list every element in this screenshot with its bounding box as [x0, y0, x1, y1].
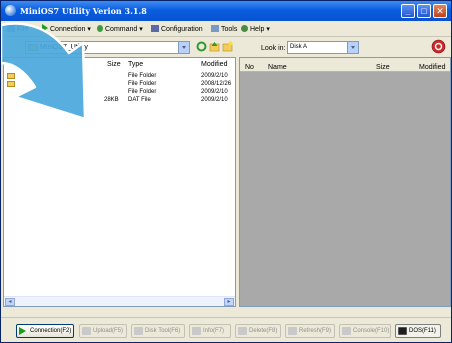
disk-tool-button[interactable]: Disk Tool(F6) [131, 324, 185, 338]
table-row[interactable]: ... 28KB DAT File 2009/2/10 [4, 96, 235, 104]
disk-tool-icon [134, 327, 143, 335]
menu-configuration[interactable]: Configuration [151, 24, 203, 35]
connection-icon [19, 327, 26, 335]
help-icon [241, 25, 248, 32]
upload-icon [82, 327, 91, 335]
upload-button[interactable]: Upload(F5) [79, 324, 127, 338]
look-in-combo[interactable]: Disk A [287, 41, 359, 54]
console-icon [342, 327, 351, 335]
device-list-header: No Name Size Modified [240, 58, 450, 72]
device-file-list[interactable]: No Name Size Modified [239, 57, 451, 307]
app-icon [5, 5, 16, 16]
column-header-modified[interactable]: Modified [201, 61, 227, 68]
table-row[interactable]: File Folder 2008/12/26 [4, 80, 235, 88]
window-title: MiniOS7 Utility Verion 3.1.8 [20, 6, 147, 16]
minimize-button[interactable]: _ [401, 4, 415, 18]
local-path-value: MiniOS7_Utility [40, 44, 88, 51]
scroll-right-button[interactable]: ▸ [224, 298, 234, 306]
table-row[interactable]: File Folder 2009/2/10 [4, 72, 235, 80]
menu-file[interactable]: File [7, 24, 28, 35]
scroll-left-button[interactable]: ◂ [5, 298, 15, 306]
column-header-type[interactable]: Type [128, 61, 143, 68]
dos-icon [398, 327, 407, 335]
connection-arrow-icon [42, 24, 48, 32]
horizontal-scrollbar[interactable]: ◂ ▸ [4, 296, 235, 306]
function-key-bar: Connection(F2) Upload(F5) Disk Tool(F6) … [1, 317, 451, 342]
folder-icon [28, 44, 38, 51]
close-button[interactable]: ✕ [433, 4, 447, 18]
connection-button[interactable]: Connection(F2) [16, 324, 74, 338]
chevron-down-icon[interactable] [178, 42, 189, 53]
title-bar: MiniOS7 Utility Verion 3.1.8 _ □ ✕ [1, 1, 451, 21]
up-folder-icon[interactable] [209, 41, 220, 52]
table-row[interactable]: File Folder 2009/2/10 [4, 88, 235, 96]
menu-help[interactable]: Help ▾ [241, 24, 270, 35]
device-refresh-icon[interactable] [431, 39, 446, 54]
column-header-size[interactable]: Size [376, 64, 390, 71]
menu-bar: File Connection ▾ Command ▾ Configuratio… [1, 21, 451, 37]
look-in-value: Disk A [290, 44, 308, 50]
menu-tools[interactable]: Tools [211, 24, 237, 35]
folder-icon [7, 81, 15, 87]
column-header-no[interactable]: No [245, 64, 254, 71]
local-file-list[interactable]: Size Type Modified File Folder 2009/2/10… [3, 57, 236, 307]
delete-icon [238, 327, 247, 335]
column-header-modified[interactable]: Modified [419, 64, 445, 71]
delete-button[interactable]: Delete(F8) [235, 324, 281, 338]
refresh-icon [288, 327, 297, 335]
menu-command[interactable]: Command ▾ [97, 24, 143, 35]
app-window: MiniOS7 Utility Verion 3.1.8 _ □ ✕ File … [0, 0, 452, 343]
local-toolbar: MiniOS7_Utility [1, 38, 237, 56]
device-toolbar: Look in: Disk A [239, 38, 451, 56]
column-header-size[interactable]: Size [107, 61, 121, 68]
info-button[interactable]: Info(F7) [189, 324, 231, 338]
menu-connection[interactable]: Connection ▾ [42, 24, 91, 35]
refresh-button[interactable]: Refresh(F9) [285, 324, 335, 338]
tools-icon [211, 25, 219, 32]
configuration-icon [151, 25, 159, 32]
column-header-name[interactable]: Name [268, 64, 287, 71]
chevron-down-icon[interactable] [347, 42, 358, 53]
dos-button[interactable]: DOS(F11) [395, 324, 441, 338]
look-in-label: Look in: [261, 45, 286, 52]
console-button[interactable]: Console(F10) [339, 324, 391, 338]
file-icon [7, 25, 15, 32]
local-path-combo[interactable]: MiniOS7_Utility [25, 41, 190, 54]
folder-icon [7, 73, 15, 79]
command-icon [97, 25, 103, 32]
maximize-button[interactable]: □ [417, 4, 431, 18]
info-icon [192, 327, 201, 335]
refresh-local-icon[interactable] [196, 41, 207, 52]
new-folder-icon[interactable] [222, 41, 233, 52]
